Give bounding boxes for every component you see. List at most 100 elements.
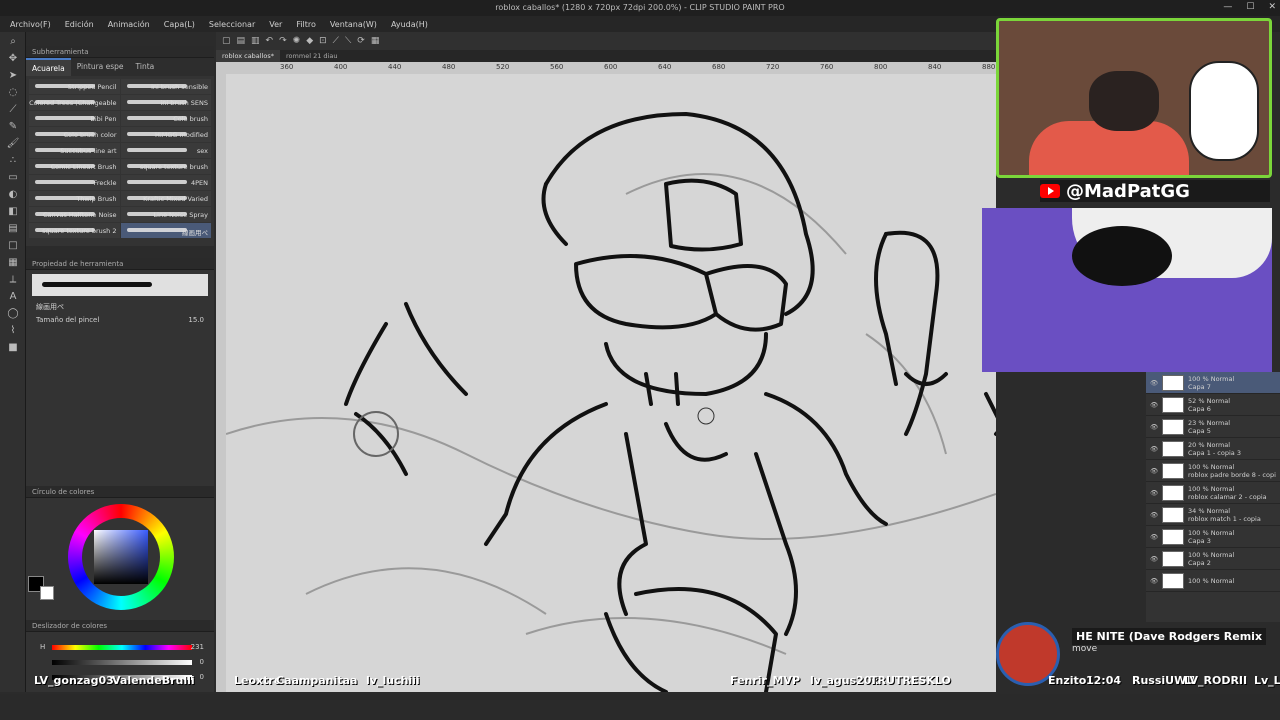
tab-pintura[interactable]: Pintura espe (71, 58, 130, 76)
brush-item[interactable]: square texture brush (120, 159, 211, 174)
brush-item[interactable]: Freckle (29, 175, 120, 190)
transform-icon[interactable]: ⊡ (319, 36, 327, 46)
eye-icon[interactable]: 👁 (1150, 445, 1158, 453)
maximize-icon[interactable]: ☐ (1246, 2, 1254, 12)
eye-icon[interactable]: 👁 (1150, 401, 1158, 409)
text-icon[interactable]: A (4, 290, 22, 304)
fill-selection-icon[interactable]: ◆ (306, 36, 313, 46)
layer-row[interactable]: 👁 20 % Normal Capa 1 - copia 3 (1146, 438, 1280, 460)
brush-item[interactable]: sex (120, 143, 211, 158)
h-value[interactable]: 231 (191, 643, 204, 651)
eye-icon[interactable]: 👁 (1150, 533, 1158, 541)
layer-row[interactable]: 👁 100 % Normal (1146, 570, 1280, 592)
minimize-icon[interactable]: — (1223, 2, 1232, 12)
color-swatch-icon[interactable]: ■ (4, 341, 22, 355)
brush-item[interactable]: Colored Trees (Changeable (29, 95, 120, 110)
brush-item[interactable]: Colo brush (120, 111, 211, 126)
pen-icon[interactable]: ✎ (4, 120, 22, 134)
tab-tinta[interactable]: Tinta (130, 58, 161, 76)
zoom-icon[interactable]: ⌕ (4, 35, 22, 49)
undo-icon[interactable]: ↶ (266, 36, 274, 46)
ruler-icon[interactable]: ⟂ (4, 273, 22, 287)
blend-icon[interactable]: ◐ (4, 188, 22, 202)
brush-item[interactable]: Kraftic Mixed Varied (120, 191, 211, 206)
eye-icon[interactable]: 👁 (1150, 577, 1158, 585)
airbrush-icon[interactable]: ∴ (4, 154, 22, 168)
close-icon[interactable]: ✕ (1268, 2, 1276, 12)
menu-capa[interactable]: Capa(L) (164, 20, 195, 29)
frame-icon[interactable]: ▦ (4, 256, 22, 270)
move-icon[interactable]: ✥ (4, 52, 22, 66)
doc-tab-rommel[interactable]: rommel 21 diau (280, 50, 343, 62)
brush-size-value[interactable]: 15.0 (188, 316, 204, 324)
menu-seleccionar[interactable]: Seleccionar (209, 20, 255, 29)
brush-item[interactable]: Stripped Pencil (29, 79, 120, 94)
saturation-value-square[interactable] (94, 530, 148, 584)
saturation-slider[interactable] (52, 660, 192, 665)
brush-icon[interactable]: 🖌 (4, 137, 22, 151)
eye-icon[interactable]: 👁 (1150, 379, 1158, 387)
hue-ring[interactable] (68, 504, 174, 610)
snap-special-icon[interactable]: ⟍ (345, 36, 351, 46)
brush-item[interactable]: ini brush SENS (120, 95, 211, 110)
layer-row[interactable]: 👁 100 % Normal Capa 3 (1146, 526, 1280, 548)
brush-item[interactable]: ini brush sensible (120, 79, 211, 94)
layer-thumbnail (1162, 440, 1184, 457)
eyedropper-icon[interactable]: ⟋ (4, 103, 22, 117)
menu-ventana[interactable]: Ventana(W) (330, 20, 377, 29)
s-value[interactable]: 0 (200, 658, 204, 666)
new-file-icon[interactable]: ▢ (222, 36, 231, 46)
brush-item[interactable]: HIMGG modified (120, 127, 211, 142)
menu-filtro[interactable]: Filtro (296, 20, 316, 29)
hue-slider[interactable] (52, 645, 192, 650)
layer-row[interactable]: 👁 100 % Normal Capa 7 (1146, 372, 1280, 394)
eye-icon[interactable]: 👁 (1150, 467, 1158, 475)
gradient-icon[interactable]: ▤ (4, 222, 22, 236)
tab-acuarela[interactable]: Acuarela (26, 58, 71, 76)
brush-item[interactable]: 線画用ペ (120, 223, 211, 238)
brush-item[interactable]: Succubus line art (29, 143, 120, 158)
clear-icon[interactable]: ✺ (293, 36, 301, 46)
layer-row[interactable]: 👁 34 % Normal roblox match 1 - copia (1146, 504, 1280, 526)
shape-icon[interactable]: □ (4, 239, 22, 253)
brush-item[interactable]: Comic Lineart Brush (29, 159, 120, 174)
eye-icon[interactable]: 👁 (1150, 511, 1158, 519)
open-icon[interactable]: ▤ (237, 36, 246, 46)
eye-icon[interactable]: 👁 (1150, 489, 1158, 497)
brush-item[interactable]: Line Noise Spray (120, 207, 211, 222)
brush-item[interactable]: Canvas Halftone Noise (29, 207, 120, 222)
eraser-icon[interactable]: ▭ (4, 171, 22, 185)
layer-row[interactable]: 👁 100 % Normal Capa 2 (1146, 548, 1280, 570)
brush-size-row[interactable]: Tamaño del pincel 15.0 (26, 314, 214, 326)
lasso-icon[interactable]: ◌ (4, 86, 22, 100)
doc-tab-roblox-caballos[interactable]: roblox caballos* (216, 50, 281, 62)
brush-item[interactable]: Bibi Pen (29, 111, 120, 126)
menu-edicion[interactable]: Edición (65, 20, 94, 29)
redo-icon[interactable]: ↷ (279, 36, 287, 46)
eye-icon[interactable]: 👁 (1150, 423, 1158, 431)
snap-ruler-icon[interactable]: ⟋ (333, 36, 339, 46)
layer-row[interactable]: 👁 100 % Normal roblox padre borde 8 - copi (1146, 460, 1280, 482)
menu-ayuda[interactable]: Ayuda(H) (391, 20, 428, 29)
balloon-icon[interactable]: ◯ (4, 307, 22, 321)
brush-name-row: 線画用ペ (26, 300, 214, 314)
brush-item[interactable]: Colo brush color (29, 127, 120, 142)
menu-archivo[interactable]: Archivo(F) (10, 20, 51, 29)
brush-item[interactable]: square texture brush 2 (29, 223, 120, 238)
brush-item[interactable]: Thwip Brush (29, 191, 120, 206)
menu-animacion[interactable]: Animación (108, 20, 150, 29)
layer-row[interactable]: 👁 100 % Normal roblox calamar 2 - copia (1146, 482, 1280, 504)
save-icon[interactable]: ▥ (251, 36, 260, 46)
correct-line-icon[interactable]: ⌇ (4, 324, 22, 338)
rotate-icon[interactable]: ⟳ (357, 36, 365, 46)
layer-row[interactable]: 👁 23 % Normal Capa 5 (1146, 416, 1280, 438)
menu-ver[interactable]: Ver (269, 20, 282, 29)
eye-icon[interactable]: 👁 (1150, 555, 1158, 563)
layer-row[interactable]: 👁 52 % Normal Capa 6 (1146, 394, 1280, 416)
fill-icon[interactable]: ◧ (4, 205, 22, 219)
operation-icon[interactable]: ➤ (4, 69, 22, 83)
drawing-canvas[interactable] (226, 74, 996, 692)
grid-icon[interactable]: ▦ (371, 36, 380, 46)
brush-item[interactable]: 4PEN (120, 175, 211, 190)
sub-color-swatch[interactable] (40, 586, 54, 600)
